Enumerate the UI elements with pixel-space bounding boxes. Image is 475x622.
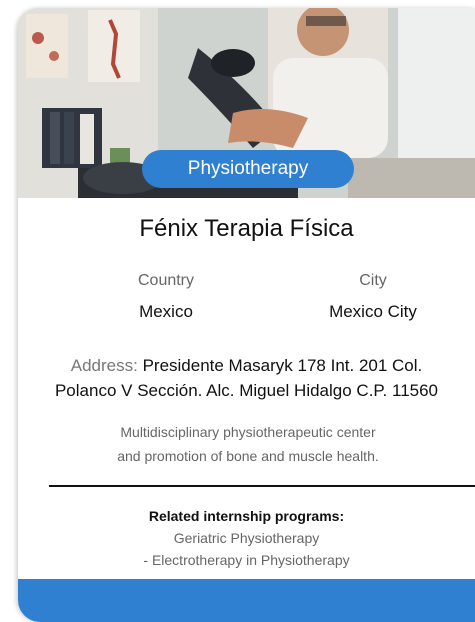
- category-badge: Physiotherapy: [142, 150, 354, 188]
- card-footer-bar[interactable]: [18, 579, 475, 622]
- description: Multidisciplinary physiotherapeutic cent…: [78, 420, 418, 468]
- hero-photo: Physiotherapy: [18, 8, 475, 198]
- city-block: City Mexico City: [273, 272, 473, 322]
- address-line-1-text: Presidente Masaryk 178 Int. 201 Col.: [142, 356, 423, 375]
- country-value: Mexico: [139, 302, 193, 321]
- city-label: City: [359, 272, 387, 289]
- country-label: Country: [137, 272, 195, 289]
- city-value: Mexico City: [329, 302, 417, 321]
- related-programs: Related internship programs: Geriatric P…: [18, 505, 475, 571]
- address-line-2: Polanco V Sección. Alc. Miguel Hidalgo C…: [54, 381, 439, 400]
- address-line-1: Address: Presidente Masaryk 178 Int. 201…: [18, 353, 475, 378]
- divider: [49, 485, 475, 487]
- description-line-2: and promotion of bone and muscle health.: [117, 448, 379, 464]
- clinic-card: Physiotherapy Fénix Terapia Física Count…: [18, 8, 475, 622]
- related-programs-heading: Related internship programs:: [148, 508, 345, 524]
- clinic-name: Fénix Terapia Física: [139, 215, 354, 242]
- address: Address: Presidente Masaryk 178 Int. 201…: [18, 353, 475, 403]
- related-program-item[interactable]: - Electrotherapy in Physiotherapy: [18, 549, 475, 571]
- address-label: Address:: [70, 356, 138, 375]
- related-program-item[interactable]: Geriatric Physiotherapy: [18, 527, 475, 549]
- country-block: Country Mexico: [66, 272, 266, 322]
- description-line-1: Multidisciplinary physiotherapeutic cent…: [120, 424, 376, 440]
